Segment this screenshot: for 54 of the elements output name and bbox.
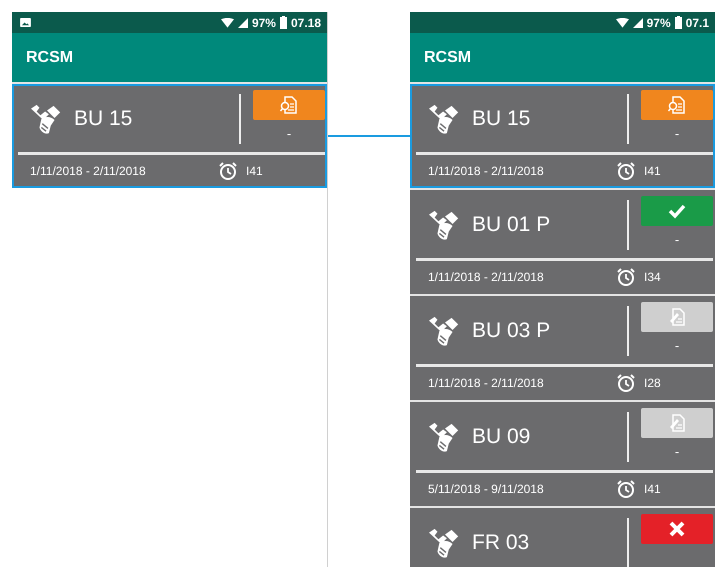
value-text: -	[674, 444, 680, 459]
battery-percent: 97%	[252, 16, 276, 30]
document-search-icon	[279, 95, 299, 115]
document-search-icon	[667, 95, 687, 115]
date-range: 1/11/2018 - 2/11/2018	[428, 164, 545, 178]
cross-icon	[667, 519, 687, 539]
date-range: 1/11/2018 - 2/11/2018	[428, 376, 545, 390]
date-range: 1/11/2018 - 2/11/2018	[428, 270, 545, 284]
clock-time: 07.1	[686, 16, 709, 30]
clock-time: 07.18	[290, 16, 321, 30]
value-text: -	[674, 338, 680, 353]
status-button[interactable]	[253, 90, 325, 120]
document-edit-icon	[667, 413, 687, 433]
alarm-clock-icon	[616, 160, 636, 180]
signal-icon	[238, 18, 248, 28]
status-button[interactable]	[641, 90, 713, 120]
wifi-icon	[616, 18, 629, 28]
date-range: 1/11/2018 - 2/11/2018	[30, 164, 147, 178]
job-card[interactable]: BU 09 - 5/11/2018 - 9/11/2018 I41	[410, 402, 715, 506]
value-text: -	[286, 126, 292, 141]
value-text: -	[674, 232, 680, 247]
date-range: 5/11/2018 - 9/11/2018	[428, 482, 545, 496]
job-name: BU 15	[74, 107, 134, 131]
alarm-clock-icon	[218, 160, 238, 180]
signal-icon	[632, 18, 643, 28]
job-card[interactable]: BU 01 P - 1/11/2018 - 2/11/2018 I34	[410, 190, 715, 294]
alarm-clock-icon	[616, 266, 636, 286]
code-text: I34	[644, 270, 661, 284]
document-edit-icon	[667, 307, 687, 327]
app-title: RCSM	[424, 48, 472, 66]
job-name: BU 03 P	[472, 319, 552, 343]
status-button[interactable]	[641, 514, 713, 544]
job-card[interactable]: BU 15 - 1/11/2018 - 2/11/2018 I41	[12, 84, 327, 188]
status-button[interactable]	[641, 196, 713, 226]
job-card[interactable]: BU 15 - 1/11/2018 - 2/11/2018 I41	[410, 84, 715, 188]
code-text: I28	[644, 376, 661, 390]
image-notification-icon	[20, 18, 31, 27]
code-text: I41	[644, 482, 661, 496]
job-name: BU 01 P	[472, 213, 552, 237]
code-text: I41	[644, 164, 661, 178]
battery-icon	[674, 16, 682, 29]
app-title: RCSM	[26, 48, 74, 66]
value-text: -	[674, 126, 680, 141]
job-name: BU 09	[472, 425, 532, 449]
job-card[interactable]: FR 03	[410, 508, 715, 567]
code-text: I41	[246, 164, 263, 178]
job-name: FR 03	[472, 531, 530, 555]
alarm-clock-icon	[616, 372, 636, 392]
alarm-clock-icon	[616, 478, 636, 498]
battery-icon	[280, 16, 287, 29]
job-name: BU 15	[472, 107, 532, 131]
job-card[interactable]: BU 03 P - 1/11/2018 - 2/11/2018 I28	[410, 296, 715, 400]
battery-percent: 97%	[646, 16, 671, 30]
wifi-icon	[220, 18, 234, 28]
